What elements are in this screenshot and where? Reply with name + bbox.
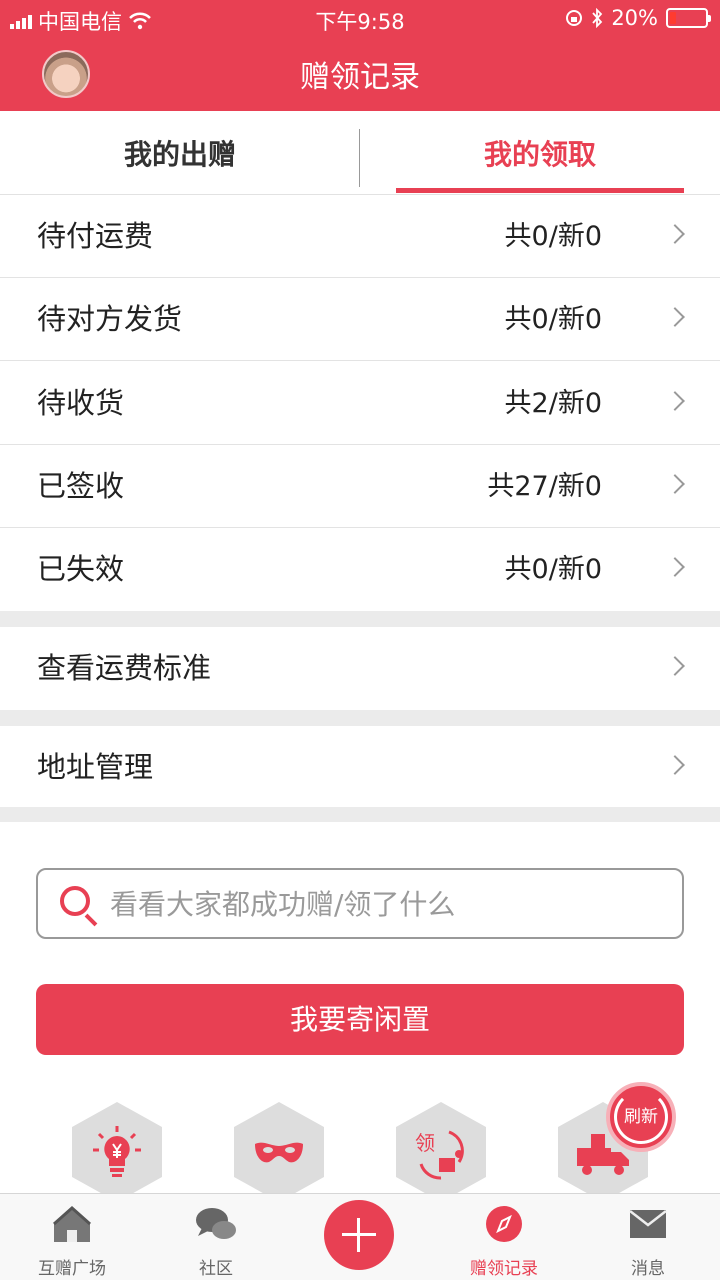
row-label: 已签收: [37, 469, 125, 503]
nav-label: 社区: [199, 1259, 233, 1279]
row-address-management[interactable]: 地址管理: [0, 726, 720, 809]
home-icon: [53, 1205, 91, 1242]
nav-label: 赠领记录: [470, 1259, 538, 1279]
nav-label: 互赠广场: [38, 1259, 106, 1279]
mail-icon: [629, 1210, 667, 1238]
chevron-right-icon: [665, 224, 685, 244]
row-shipping-standard[interactable]: 查看运费标准: [0, 627, 720, 710]
status-bar: 中国电信 下午9:58 20%: [0, 0, 720, 38]
chevron-right-icon: [665, 557, 685, 577]
mask-icon: [255, 1142, 303, 1163]
nav-item-plaza[interactable]: 互赠广场: [0, 1194, 144, 1280]
category-hex-mask[interactable]: [234, 1102, 324, 1202]
nav-item-records[interactable]: 赠领记录: [432, 1194, 576, 1280]
row-count: 共27/新0: [487, 471, 602, 502]
page-title: 赠领记录: [300, 60, 420, 95]
row-signed[interactable]: 已签收 共27/新0: [0, 445, 720, 528]
row-label: 待付运费: [37, 219, 154, 253]
row-label: 待收货: [37, 386, 125, 420]
section-divider: [0, 807, 720, 822]
section-divider: [0, 611, 720, 627]
row-count: 共0/新0: [504, 554, 602, 585]
battery-icon: [666, 8, 711, 28]
refresh-button[interactable]: 刷新: [606, 1082, 676, 1152]
post-item-button[interactable]: 我要寄闲置: [36, 984, 684, 1055]
add-post-button[interactable]: [324, 1200, 394, 1270]
lightbulb-yuan-icon: [93, 1126, 141, 1177]
receive-icon: 领: [415, 1130, 464, 1180]
search-icon: [60, 886, 90, 916]
active-tab-indicator: [396, 188, 684, 193]
section-divider: [0, 710, 720, 726]
compass-icon: [486, 1206, 522, 1242]
tab-my-gifts[interactable]: 我的出赠: [0, 111, 360, 195]
row-pending-shipping-fee[interactable]: 待付运费 共0/新0: [0, 195, 720, 278]
row-count: 共0/新0: [504, 304, 602, 335]
category-hex-receive[interactable]: 领: [396, 1102, 486, 1202]
tab-my-received[interactable]: 我的领取: [360, 111, 720, 195]
row-label: 已失效: [37, 552, 125, 586]
row-pending-delivery[interactable]: 待对方发货 共0/新0: [0, 278, 720, 361]
header-bar: 中国电信 下午9:58 20% 赠领记录: [0, 0, 720, 111]
nav-item-community[interactable]: 社区: [144, 1194, 288, 1280]
search-box[interactable]: [36, 868, 684, 939]
chevron-right-icon: [665, 391, 685, 411]
svg-text:领: 领: [415, 1131, 435, 1155]
chevron-right-icon: [665, 474, 685, 494]
category-hex-lightbulb[interactable]: [72, 1102, 162, 1202]
search-input[interactable]: [110, 878, 670, 930]
row-count: 共0/新0: [504, 221, 602, 252]
chat-bubbles-icon: [196, 1208, 236, 1239]
row-count: 共2/新0: [504, 388, 602, 419]
row-pending-receipt[interactable]: 待收货 共2/新0: [0, 362, 720, 445]
rotation-lock-icon: [566, 10, 583, 26]
row-label: 待对方发货: [37, 302, 183, 336]
bluetooth-icon: [592, 8, 603, 28]
chevron-right-icon: [665, 307, 685, 327]
nav-label: 消息: [631, 1259, 665, 1279]
battery-percent: 20%: [611, 6, 658, 30]
row-expired[interactable]: 已失效 共0/新0: [0, 528, 720, 611]
row-label: 地址管理: [37, 750, 154, 784]
nav-item-messages[interactable]: 消息: [576, 1194, 720, 1280]
tab-bar: 我的出赠 我的领取: [0, 111, 720, 195]
row-label: 查看运费标准: [37, 651, 212, 685]
chevron-right-icon: [665, 656, 685, 676]
chevron-right-icon: [665, 755, 685, 775]
